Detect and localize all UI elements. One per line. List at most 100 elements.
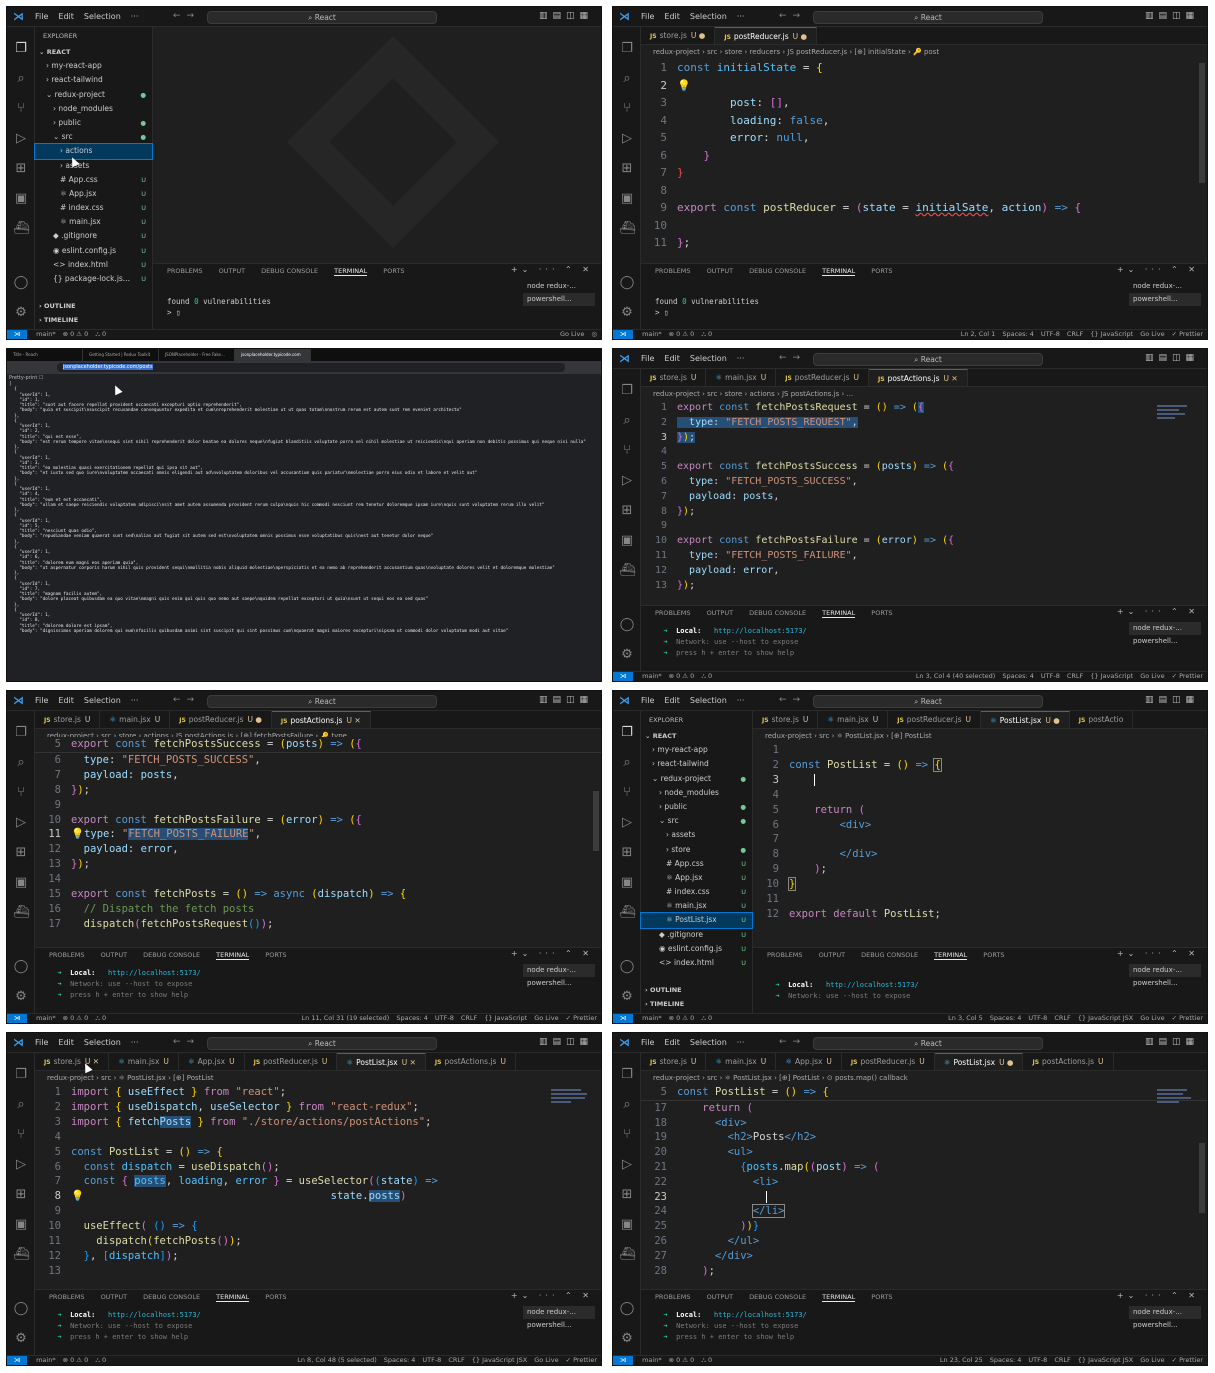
language-mode[interactable]: {} JavaScript — [1090, 330, 1133, 338]
tree-item[interactable]: ◉ eslint.config.js U — [641, 942, 752, 956]
menu-edit[interactable]: Edit — [58, 12, 74, 21]
account-icon[interactable]: ◯ — [619, 959, 635, 975]
menu-edit[interactable]: Edit — [664, 354, 680, 363]
tab-status[interactable]: U — [322, 1057, 328, 1066]
tab-debug-console[interactable]: DEBUG CONSOLE — [749, 609, 806, 617]
encoding[interactable]: UTF-8 — [422, 1356, 441, 1364]
prettier-status[interactable]: ✓ Prettier — [566, 1014, 597, 1022]
explorer-icon[interactable]: ❐ — [619, 1067, 635, 1083]
docker-icon[interactable]: ⛴ — [619, 905, 636, 921]
tab-output[interactable]: OUTPUT — [219, 267, 246, 275]
extensions-icon[interactable]: ⊞ — [619, 845, 635, 861]
docker-icon[interactable]: ⛴ — [13, 905, 30, 921]
editor-scrollbar[interactable] — [1199, 63, 1205, 183]
explorer-icon[interactable]: ❐ — [619, 383, 635, 399]
panel-actions[interactable]: +⌄ ··· ⌃ ✕ — [511, 265, 593, 274]
remote-indicator-icon[interactable]: ⋊ — [7, 1014, 27, 1023]
terminal-node[interactable]: node redux-... — [523, 280, 595, 293]
menu-selection[interactable]: Selection — [84, 1038, 121, 1047]
editor-tab[interactable]: ⚛ PostList.jsx U ● — [981, 711, 1070, 728]
tree-item[interactable]: › assets — [641, 828, 752, 842]
timeline-section[interactable]: › TIMELINE — [645, 997, 684, 1011]
tab-terminal[interactable]: TERMINAL — [216, 951, 250, 960]
layout-controls[interactable]: ▥▤◫▦ — [539, 11, 593, 21]
tab-ports[interactable]: PORTS — [265, 1293, 286, 1301]
indentation[interactable]: Spaces: 4 — [990, 1014, 1022, 1022]
extensions-icon[interactable]: ⊞ — [13, 161, 29, 177]
tab-status[interactable]: U ✕ — [346, 716, 360, 725]
menu-file[interactable]: File — [641, 12, 654, 21]
problems-count[interactable]: ⊗ 0 ⚠ 0 — [63, 1014, 89, 1022]
terminal-node[interactable]: node redux-... — [523, 1306, 595, 1319]
tree-item[interactable]: # App.css U — [641, 857, 752, 871]
panel-actions[interactable]: +⌄ ··· ⌃ ✕ — [1117, 1291, 1199, 1300]
tab-output[interactable]: OUTPUT — [707, 609, 734, 617]
settings-gear-icon[interactable]: ⚙ — [619, 647, 635, 663]
tree-item[interactable]: <> index.html U — [35, 258, 152, 272]
tree-item[interactable]: ⌄ redux-project ● — [641, 772, 752, 786]
terminal-powershell[interactable]: powershell... — [1129, 635, 1201, 648]
remote-explorer-icon[interactable]: ▣ — [619, 1217, 635, 1233]
tab-debug-console[interactable]: DEBUG CONSOLE — [749, 267, 806, 275]
menu-edit[interactable]: Edit — [664, 12, 680, 21]
remote-explorer-icon[interactable]: ▣ — [619, 191, 635, 207]
prettier-status[interactable]: ✓ Prettier — [1172, 672, 1203, 680]
terminal-powershell[interactable]: powershell... — [1129, 293, 1201, 306]
tab-status[interactable]: U — [500, 1057, 506, 1066]
panel-actions[interactable]: +⌄ ··· ⌃ ✕ — [1117, 265, 1199, 274]
editor-tab[interactable]: ⚛ PostList.jsx U ● — [934, 1053, 1024, 1070]
minimap[interactable] — [1157, 405, 1197, 445]
tree-item[interactable]: › public ● — [35, 116, 152, 130]
tab-status[interactable]: U — [229, 1057, 235, 1066]
panel-actions[interactable]: +⌄ ··· ⌃ ✕ — [511, 949, 593, 958]
problems-count[interactable]: ⊗ 0 ⚠ 0 — [669, 672, 695, 680]
tree-item[interactable]: ⚛ PostList.jsx U — [640, 912, 753, 929]
layout-controls[interactable]: ▥▤◫▦ — [1145, 695, 1199, 705]
explorer-icon[interactable]: ❐ — [619, 725, 635, 741]
breadcrumb[interactable]: redux-project › src › ⚛ PostList.jsx › [… — [35, 1071, 601, 1085]
tree-item[interactable]: › node_modules — [35, 102, 152, 116]
tree-item[interactable]: › react-tailwind — [35, 73, 152, 87]
tree-item[interactable]: # index.css U — [35, 201, 152, 215]
editor-tab[interactable]: JS store.js U — [35, 711, 101, 728]
code-area[interactable]: 1 const initialState = { 2 💡 3 post: [], 4… — [641, 59, 1207, 252]
problems-count[interactable]: ⊗ 0 ⚠ 0 — [63, 1356, 89, 1364]
tab-ports[interactable]: PORTS — [871, 1293, 892, 1301]
outline-section[interactable]: › OUTLINE — [645, 983, 682, 997]
problems-count[interactable]: ⊗ 0 ⚠ 0 — [669, 330, 695, 338]
command-center[interactable]: ⌕ React — [813, 695, 1043, 708]
remote-explorer-icon[interactable]: ▣ — [619, 875, 635, 891]
terminal-powershell[interactable]: powershell... — [523, 977, 595, 990]
menu-file[interactable]: File — [35, 12, 48, 21]
remote-indicator-icon[interactable]: ⋊ — [7, 330, 27, 339]
editor-tab[interactable]: ⚛ main.jsx U — [818, 711, 889, 728]
remote-explorer-icon[interactable]: ▣ — [13, 191, 29, 207]
editor-tab[interactable]: JS store.js U ✕ — [35, 1053, 110, 1070]
code-editor[interactable]: JS store.js U ⚛ main.jsx U JS postReducer.js U JS… — [641, 369, 1207, 605]
tab-output[interactable]: OUTPUT — [101, 1293, 128, 1301]
remote-indicator-icon[interactable]: ⋊ — [613, 672, 633, 681]
tree-item[interactable]: <> index.html U — [641, 956, 752, 970]
editor-tab[interactable]: JS postActio — [1070, 711, 1134, 728]
menu-more[interactable]: ··· — [737, 696, 745, 705]
tab-terminal[interactable]: TERMINAL — [334, 267, 368, 276]
search-icon[interactable]: ⌕ — [619, 755, 635, 771]
source-control-icon[interactable]: ⑂ — [13, 1127, 29, 1143]
editor-tab[interactable]: ⚛ App.jsx U — [179, 1053, 245, 1070]
editor-tab[interactable]: JS store.js U — [641, 369, 707, 386]
editor-tab[interactable]: ⚛ main.jsx U — [100, 711, 171, 728]
ports-count[interactable]: ⛬ 0 — [701, 672, 712, 680]
remote-explorer-icon[interactable]: ▣ — [13, 875, 29, 891]
problems-count[interactable]: ⊗ 0 ⚠ 0 — [669, 1356, 695, 1364]
line-ending[interactable]: CRLF — [448, 1356, 464, 1364]
menu-file[interactable]: File — [35, 696, 48, 705]
nav-arrows[interactable]: ←→ — [779, 353, 806, 363]
tree-item[interactable]: › my-react-app — [35, 59, 152, 73]
extensions-icon[interactable]: ⊞ — [619, 503, 635, 519]
language-mode[interactable]: {} JavaScript — [484, 1014, 527, 1022]
indentation[interactable]: Spaces: 4 — [396, 1014, 428, 1022]
go-live[interactable]: Go Live — [560, 330, 584, 338]
tab-status[interactable]: U ● — [248, 715, 262, 724]
ports-count[interactable]: ⛬ 0 — [701, 1014, 712, 1022]
editor-tab[interactable]: JS postReducer.js U ● — [170, 711, 272, 728]
